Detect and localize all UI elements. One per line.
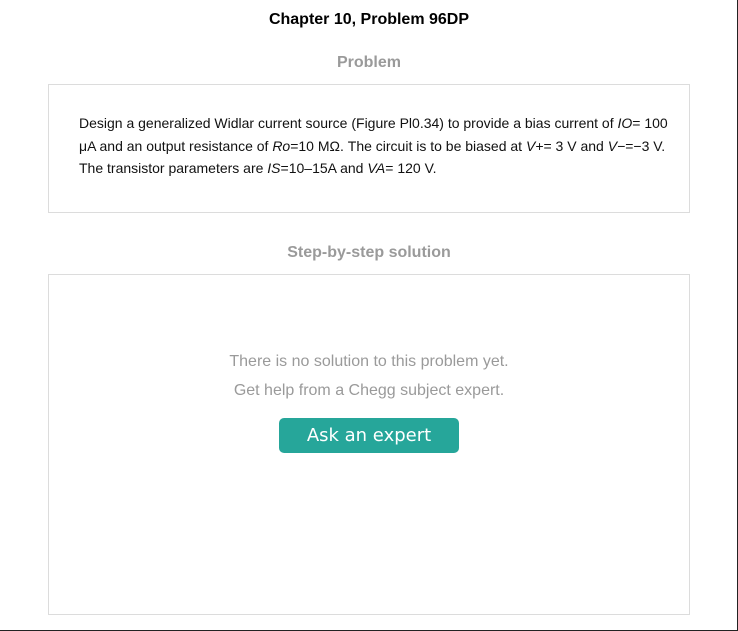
problem-statement: Design a generalized Widlar current sour… bbox=[79, 112, 669, 180]
problem-text-part: = 3 V and bbox=[543, 137, 608, 154]
problem-var-ro: Ro bbox=[272, 137, 291, 154]
page-title: Chapter 10, Problem 96DP bbox=[268, 11, 470, 28]
problem-var-vplus: V+ bbox=[525, 137, 544, 154]
problem-text-part: =10 MΩ. The circuit is to be biased at bbox=[290, 137, 526, 154]
solution-heading: Step-by-step solution bbox=[287, 244, 451, 261]
problem-box: Design a generalized Widlar current sour… bbox=[48, 84, 690, 213]
no-solution-message: There is no solution to this problem yet… bbox=[229, 353, 509, 370]
problem-var-vminus: V− bbox=[607, 137, 626, 154]
problem-heading: Problem bbox=[336, 54, 401, 71]
problem-text-part: Design a generalized Widlar current sour… bbox=[79, 115, 618, 131]
expert-help-message: Get help from a Chegg subject expert. bbox=[233, 382, 505, 399]
problem-var-va: VA bbox=[367, 160, 386, 176]
ask-expert-button[interactable]: Ask an expert bbox=[279, 418, 459, 453]
problem-var-io: IO bbox=[617, 115, 633, 131]
problem-var-is: IS bbox=[267, 160, 281, 176]
problem-text-part: = 120 V. bbox=[385, 160, 437, 176]
solution-box: There is no solution to this problem yet… bbox=[48, 274, 690, 615]
problem-text-part: =10–15A and bbox=[280, 160, 368, 176]
